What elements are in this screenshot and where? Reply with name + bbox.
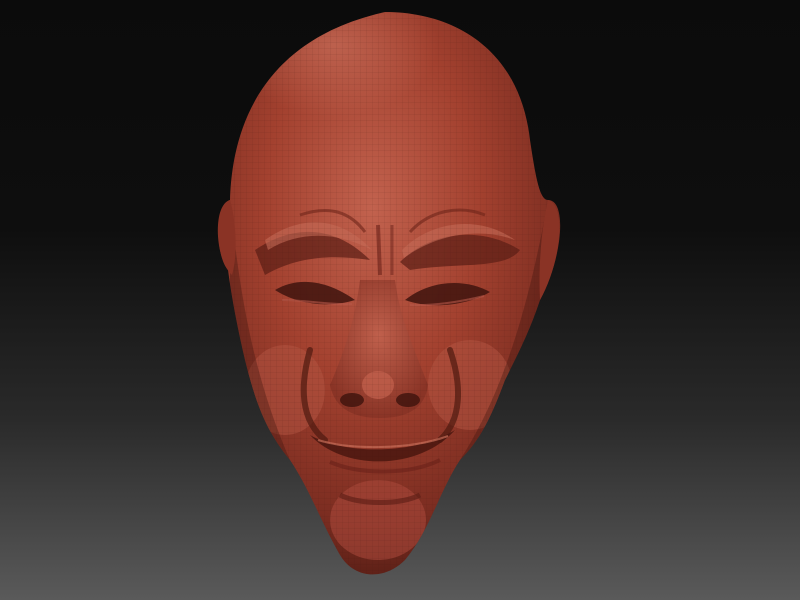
mesh-wireframe-overlay <box>218 12 561 575</box>
viewport-canvas[interactable] <box>0 0 800 600</box>
sculpted-head-render <box>217 12 561 575</box>
